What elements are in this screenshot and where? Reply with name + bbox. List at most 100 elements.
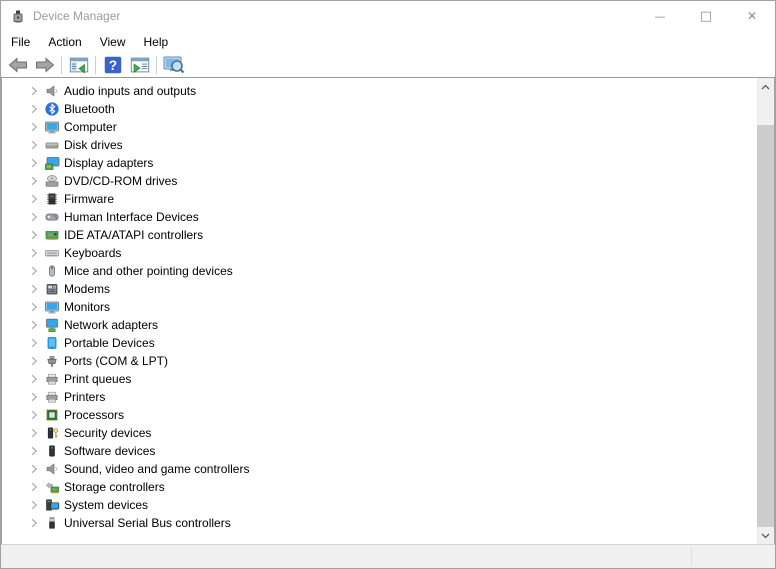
chevron-right-icon[interactable] bbox=[26, 371, 42, 387]
properties-button[interactable] bbox=[126, 53, 153, 77]
tree-item[interactable]: IDE ATA/ATAPI controllers bbox=[2, 226, 757, 244]
tree-item[interactable]: Network adapters bbox=[2, 316, 757, 334]
menu-view[interactable]: View bbox=[91, 33, 135, 51]
close-button[interactable]: ✕ bbox=[729, 1, 775, 31]
tree-item[interactable]: Audio inputs and outputs bbox=[2, 82, 757, 100]
monitor-icon bbox=[44, 299, 60, 315]
tree-item[interactable]: Storage controllers bbox=[2, 478, 757, 496]
scroll-down-button[interactable] bbox=[757, 527, 774, 544]
chevron-right-icon[interactable] bbox=[26, 479, 42, 495]
tree-item-label: Universal Serial Bus controllers bbox=[63, 516, 231, 530]
menu-bar: FileActionViewHelp bbox=[1, 31, 775, 52]
menu-action[interactable]: Action bbox=[39, 33, 90, 51]
tree-item-label: Disk drives bbox=[63, 138, 123, 152]
statusbar-divider bbox=[691, 547, 692, 566]
chevron-right-icon[interactable] bbox=[26, 461, 42, 477]
scroll-up-button[interactable] bbox=[757, 78, 774, 95]
chevron-right-icon[interactable] bbox=[26, 443, 42, 459]
chevron-up-icon bbox=[761, 84, 770, 90]
tree-item[interactable]: Processors bbox=[2, 406, 757, 424]
show-console-tree-button[interactable] bbox=[65, 53, 92, 77]
keyboard-icon bbox=[44, 245, 60, 261]
menu-file[interactable]: File bbox=[2, 33, 39, 51]
forward-button[interactable] bbox=[31, 53, 58, 77]
back-button[interactable] bbox=[4, 53, 31, 77]
chevron-right-icon[interactable] bbox=[26, 299, 42, 315]
dvd-drive-icon bbox=[44, 173, 60, 189]
mouse-icon bbox=[44, 263, 60, 279]
vertical-scrollbar[interactable] bbox=[757, 78, 774, 544]
tree-item[interactable]: System devices bbox=[2, 496, 757, 514]
tree-item[interactable]: Printers bbox=[2, 388, 757, 406]
menu-help[interactable]: Help bbox=[135, 33, 178, 51]
display-adapter-icon bbox=[44, 155, 60, 171]
forward-arrow-icon bbox=[33, 53, 57, 77]
tree-item[interactable]: Human Interface Devices bbox=[2, 208, 757, 226]
ide-controller-icon bbox=[44, 227, 60, 243]
chevron-right-icon[interactable] bbox=[26, 407, 42, 423]
tree-item[interactable]: Software devices bbox=[2, 442, 757, 460]
tree-item[interactable]: Bluetooth bbox=[2, 100, 757, 118]
tree-item[interactable]: Universal Serial Bus controllers bbox=[2, 514, 757, 532]
toolbar-separator bbox=[156, 56, 157, 74]
chevron-right-icon[interactable] bbox=[26, 389, 42, 405]
tree-item[interactable]: Print queues bbox=[2, 370, 757, 388]
scan-hardware-icon bbox=[162, 53, 186, 77]
serial-port-icon bbox=[44, 353, 60, 369]
svg-text:?: ? bbox=[108, 58, 116, 73]
chevron-right-icon[interactable] bbox=[26, 317, 42, 333]
statusbar bbox=[1, 544, 775, 568]
tree-item-label: IDE ATA/ATAPI controllers bbox=[63, 228, 203, 242]
chevron-right-icon[interactable] bbox=[26, 515, 42, 531]
portable-device-icon bbox=[44, 335, 60, 351]
tree-item[interactable]: Mice and other pointing devices bbox=[2, 262, 757, 280]
audio-device-icon bbox=[44, 83, 60, 99]
chevron-right-icon[interactable] bbox=[26, 83, 42, 99]
titlebar: Device Manager — □ ✕ bbox=[1, 1, 775, 31]
chevron-right-icon[interactable] bbox=[26, 173, 42, 189]
chevron-right-icon[interactable] bbox=[26, 191, 42, 207]
software-device-icon bbox=[44, 443, 60, 459]
tree-item[interactable]: Monitors bbox=[2, 298, 757, 316]
help-button[interactable]: ? bbox=[99, 53, 126, 77]
tree-item[interactable]: Sound, video and game controllers bbox=[2, 460, 757, 478]
chevron-right-icon[interactable] bbox=[26, 209, 42, 225]
sound-controller-icon bbox=[44, 461, 60, 477]
chevron-right-icon[interactable] bbox=[26, 137, 42, 153]
chevron-right-icon[interactable] bbox=[26, 263, 42, 279]
tree-item[interactable]: Ports (COM & LPT) bbox=[2, 352, 757, 370]
computer-icon bbox=[44, 119, 60, 135]
chevron-right-icon[interactable] bbox=[26, 119, 42, 135]
chevron-right-icon[interactable] bbox=[26, 155, 42, 171]
chevron-right-icon[interactable] bbox=[26, 227, 42, 243]
chevron-right-icon[interactable] bbox=[26, 281, 42, 297]
tree-item[interactable]: Security devices bbox=[2, 424, 757, 442]
print-queue-icon bbox=[44, 371, 60, 387]
back-arrow-icon bbox=[6, 53, 30, 77]
chevron-right-icon[interactable] bbox=[26, 245, 42, 261]
tree-item[interactable]: Modems bbox=[2, 280, 757, 298]
chevron-right-icon[interactable] bbox=[26, 335, 42, 351]
tree-item[interactable]: Computer bbox=[2, 118, 757, 136]
tree-item-label: Firmware bbox=[63, 192, 114, 206]
chevron-right-icon[interactable] bbox=[26, 101, 42, 117]
chevron-right-icon[interactable] bbox=[26, 425, 42, 441]
tree-item[interactable]: Keyboards bbox=[2, 244, 757, 262]
tree-item[interactable]: DVD/CD-ROM drives bbox=[2, 172, 757, 190]
tree-item[interactable]: Portable Devices bbox=[2, 334, 757, 352]
tree-item-label: Print queues bbox=[63, 372, 131, 386]
device-manager-icon bbox=[10, 8, 26, 24]
maximize-button[interactable]: □ bbox=[683, 1, 729, 31]
properties-window-icon bbox=[129, 54, 151, 76]
tree-item-label: Storage controllers bbox=[63, 480, 165, 494]
scan-hardware-button[interactable] bbox=[160, 53, 187, 77]
chevron-right-icon[interactable] bbox=[26, 497, 42, 513]
tree-item[interactable]: Disk drives bbox=[2, 136, 757, 154]
toolbar: ? bbox=[1, 52, 775, 78]
chevron-right-icon[interactable] bbox=[26, 353, 42, 369]
scrollbar-thumb[interactable] bbox=[757, 125, 774, 527]
minimize-button[interactable]: — bbox=[637, 1, 683, 31]
tree-item-label: Computer bbox=[63, 120, 117, 134]
tree-item[interactable]: Firmware bbox=[2, 190, 757, 208]
tree-item[interactable]: Display adapters bbox=[2, 154, 757, 172]
